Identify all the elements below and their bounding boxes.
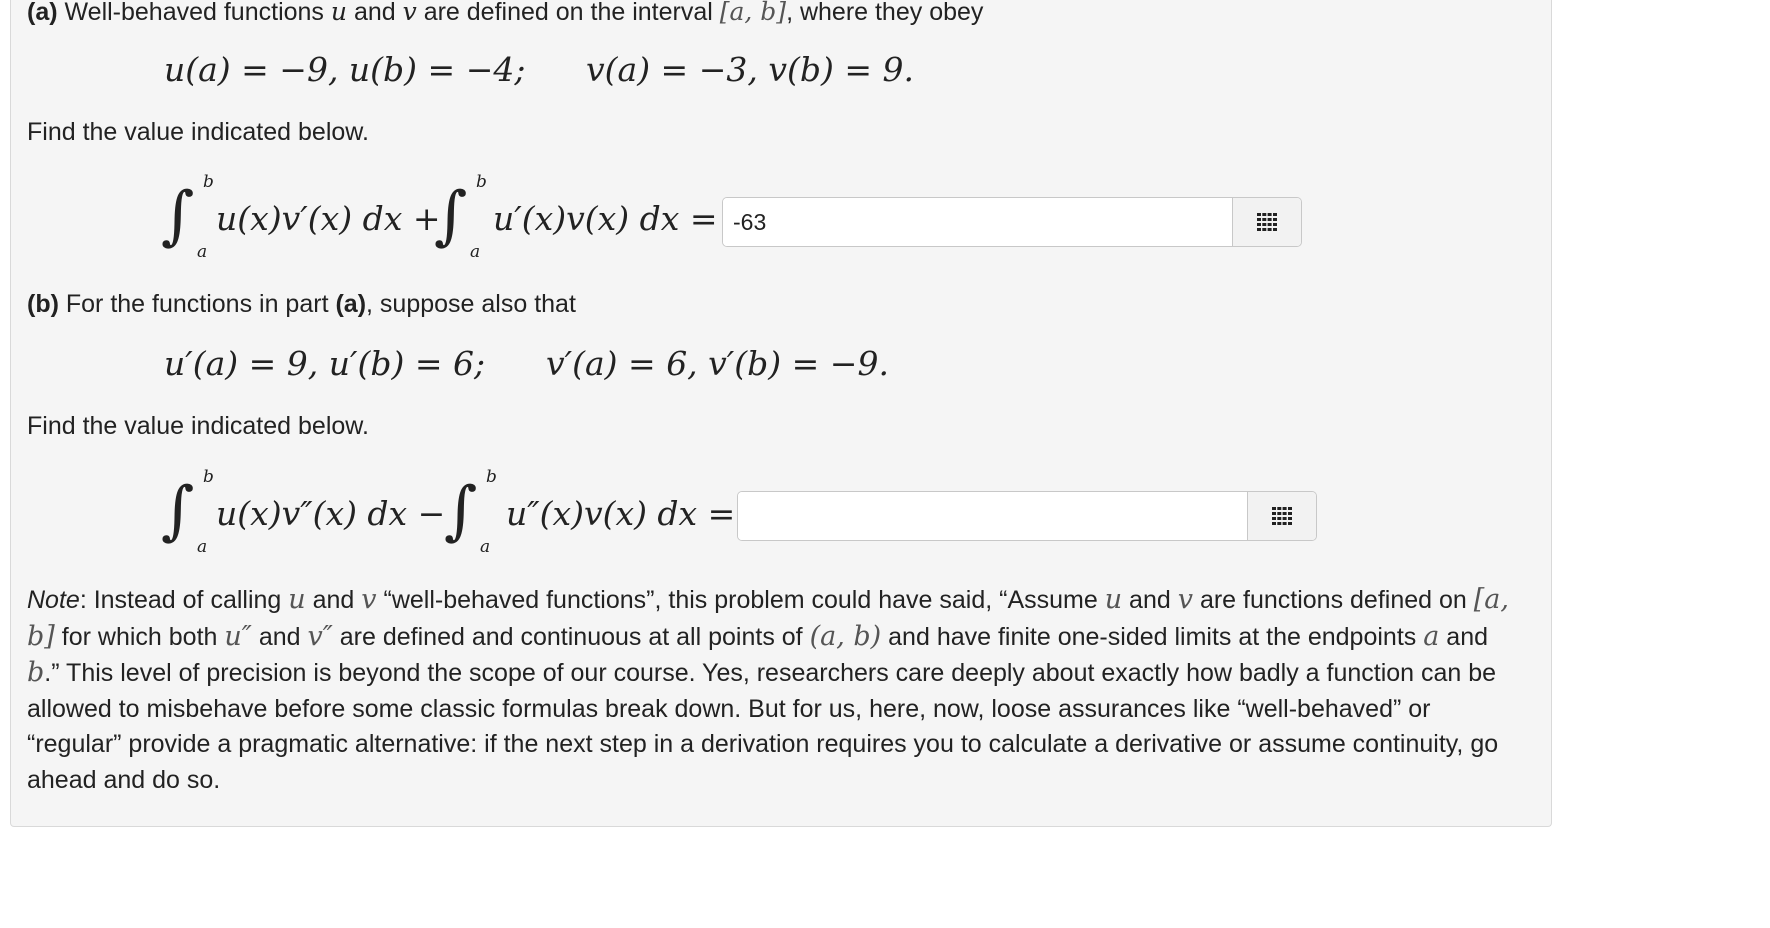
part-a-find-text: Find the value indicated below. <box>27 118 369 146</box>
note-text-4: for which both <box>61 622 218 651</box>
note-paragraph: Note: Instead of calling u and v “well-b… <box>27 582 1527 798</box>
part-b-intro: (b) For the functions in part (a), suppo… <box>27 289 576 319</box>
note-text-5: are defined and continuous at all points… <box>339 622 803 651</box>
part-b-intro-end: , suppose also that <box>366 290 576 318</box>
integral-sign-4: ∫ <box>444 474 478 548</box>
part-a-intro: (a) Well-behaved functions u and v are d… <box>27 0 983 27</box>
note-and-3: and <box>258 622 301 651</box>
note-text-2: “well-behaved functions”, this problem c… <box>383 586 1098 614</box>
part-b-ref: (a) <box>335 290 367 318</box>
part-a-v-conditions: v(a) = −3, v(b) = 9. <box>586 50 914 89</box>
note-var-b: b <box>27 657 45 688</box>
part-b-integral-expression: ∫ b a u(x)v″(x) dx − ∫ b a u″(x)v(x) dx … <box>161 467 741 567</box>
integral-sign-3: ∫ <box>161 474 195 548</box>
note-and-1: and <box>312 586 355 614</box>
note-var-u-2: u <box>1104 584 1123 615</box>
part-b-label: (b) <box>27 290 59 318</box>
integrand-3: u(x)v″(x) dx − <box>216 494 446 533</box>
part-a-answer-input[interactable] <box>723 198 1232 246</box>
integrand-2: u′(x)v(x) dx = <box>493 199 718 238</box>
part-a-integral-expression: ∫ b a u(x)v′(x) dx + ∫ b a u′(x)v(x) dx … <box>161 172 721 272</box>
note-text-3: are functions defined on <box>1199 586 1467 614</box>
part-a-intro-mid: are defined on the interval <box>423 0 713 26</box>
part-a-answer-box <box>722 197 1302 247</box>
matrix-grid-icon <box>1257 213 1277 231</box>
note-var-upp: u″ <box>224 620 252 652</box>
upper-limit-3: b <box>203 467 214 487</box>
note-var-a: a <box>1423 620 1440 652</box>
note-var-v-2: v <box>1177 584 1193 615</box>
upper-limit-2: b <box>476 172 487 192</box>
part-b-v-conditions: v′(a) = 6, v′(b) = −9. <box>546 344 889 383</box>
lower-limit-1: a <box>197 242 208 262</box>
upper-limit-1: b <box>203 172 214 192</box>
integrand-4: u″(x)v(x) dx = <box>506 494 736 533</box>
note-text-1: : Instead of calling <box>79 586 282 614</box>
interval-a-b: [a, b] <box>719 0 787 26</box>
note-var-vpp: v″ <box>307 620 333 652</box>
part-b-answer-box <box>737 491 1317 541</box>
part-b-matrix-button[interactable] <box>1247 492 1316 540</box>
part-b-intro-text: For the functions in part <box>65 290 329 318</box>
part-a-label: (a) <box>27 0 58 26</box>
upper-limit-4: b <box>486 467 497 487</box>
problem-panel: (a) Well-behaved functions u and v are d… <box>10 0 1552 827</box>
lower-limit-4: a <box>480 537 491 557</box>
integral-sign-1: ∫ <box>161 179 195 253</box>
note-text-6: and have finite one-sided limits at the … <box>888 622 1417 651</box>
lower-limit-3: a <box>197 537 208 557</box>
lower-limit-2: a <box>470 242 481 262</box>
note-var-v: v <box>361 584 377 615</box>
var-v: v <box>402 0 417 26</box>
note-label: Note <box>27 586 80 614</box>
part-a-intro-end: , where they obey <box>786 0 984 26</box>
integral-sign-2: ∫ <box>434 179 468 253</box>
note-var-u: u <box>288 584 306 615</box>
note-and-2: and <box>1129 586 1171 614</box>
note-text-7: .” This level of precision is beyond the… <box>27 659 1499 794</box>
part-a-matrix-button[interactable] <box>1232 198 1301 246</box>
part-b-u-conditions: u′(a) = 9, u′(b) = 6; <box>164 344 486 383</box>
integrand-1: u(x)v′(x) dx + <box>216 199 441 238</box>
and-text: and <box>353 0 396 26</box>
part-b-answer-input[interactable] <box>738 492 1247 540</box>
part-a-intro-text: Well-behaved functions <box>64 0 324 26</box>
note-open-interval: (a, b) <box>809 620 882 652</box>
note-and-4: and <box>1446 622 1489 651</box>
part-a-u-conditions: u(a) = −9, u(b) = −4; <box>164 50 526 89</box>
var-u: u <box>330 0 347 26</box>
matrix-grid-icon <box>1272 507 1292 525</box>
part-b-find-text: Find the value indicated below. <box>27 412 369 440</box>
